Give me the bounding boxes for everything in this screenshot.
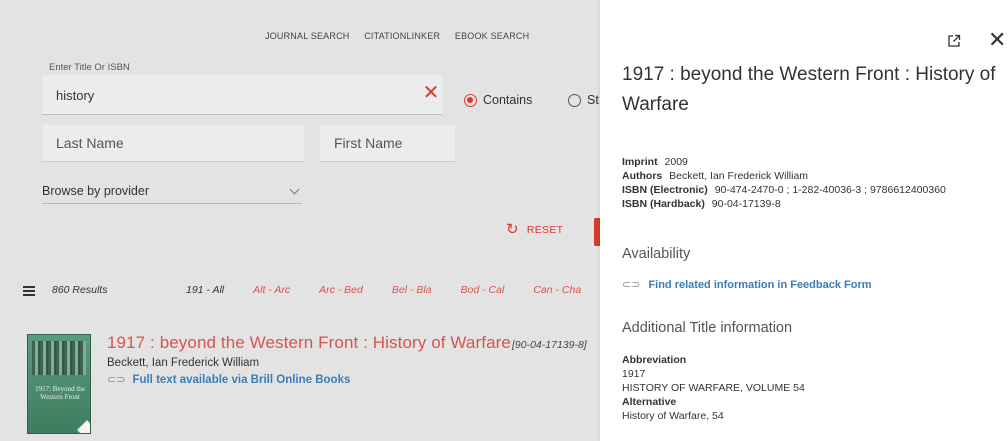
nav-journal-search[interactable]: JOURNAL SEARCH — [265, 31, 349, 41]
range-link[interactable]: Bel - Bla — [392, 284, 432, 296]
authors-label: Authors — [622, 170, 663, 182]
abbreviation-value: 1917 — [622, 368, 646, 380]
result-author: Beckett, Ian Frederick William — [107, 357, 260, 369]
feedback-form-link[interactable]: ⊂⊃ Find related information in Feedback … — [622, 278, 872, 292]
isbn-electronic-value: 90-474-2470-0 ; 1-282-40036-3 ; 97866124… — [714, 184, 946, 196]
cover-photo — [32, 341, 86, 375]
clear-icon[interactable]: ✕ — [420, 81, 442, 105]
results-count: 860 Results — [52, 284, 108, 296]
range-link[interactable]: 191 - All — [186, 284, 224, 296]
range-link[interactable]: Alt - Arc — [253, 284, 290, 296]
alternative-label: Alternative — [622, 396, 677, 408]
result-isbn: [90-04-17139-8] — [512, 339, 587, 351]
range-link[interactable]: Can - Cha — [533, 284, 581, 296]
imprint-value: 2009 — [664, 156, 688, 168]
menu-icon[interactable] — [23, 286, 35, 296]
availability-heading: Availability — [622, 246, 691, 262]
abbreviation-label: Abbreviation — [622, 354, 687, 366]
feedback-form-label: Find related information in Feedback For… — [648, 278, 872, 291]
refresh-icon: ↻ — [506, 221, 519, 238]
isbn-electronic-row: ISBN (Electronic) 90-474-2470-0 ; 1-282-… — [622, 183, 946, 197]
book-cover-image[interactable]: 1917: Beyond the Western Front — [27, 334, 91, 434]
cover-title-text: 1917: Beyond the Western Front — [35, 385, 85, 401]
alternative-value: History of Warfare, 54 — [622, 410, 724, 422]
imprint-label: Imprint — [622, 156, 658, 168]
first-name-input[interactable]: First Name — [320, 125, 455, 162]
results-bar: 860 Results 191 - All Alt - Arc Arc - Be… — [0, 284, 600, 300]
alpha-range-nav: 191 - All Alt - Arc Arc - Bed Bel - Bla … — [186, 284, 600, 296]
result-title-link[interactable]: 1917 : beyond the Western Front : Histor… — [107, 333, 511, 353]
result-item: 1917: Beyond the Western Front 1917 : be… — [0, 330, 600, 441]
search-page: JOURNAL SEARCH CITATIONLINKER EBOOK SEAR… — [0, 0, 600, 441]
title-search-value: history — [56, 88, 95, 103]
range-link[interactable]: Arc - Bed — [319, 284, 363, 296]
title-field-label: Enter Title Or ISBN — [49, 62, 130, 73]
isbn-hardback-row: ISBN (Hardback) 90-04-17139-8 — [622, 197, 946, 211]
additional-info: Abbreviation 1917 HISTORY OF WARFARE, VO… — [622, 353, 805, 423]
link-icon: ⊂⊃ — [107, 374, 126, 386]
imprint-row: Imprint 2009 — [622, 155, 946, 169]
authors-value: Beckett, Ian Frederick William — [669, 170, 809, 182]
reset-button[interactable]: ↻ RESET — [506, 221, 564, 238]
isbn-electronic-label: ISBN (Electronic) — [622, 184, 708, 196]
reset-label: RESET — [526, 224, 564, 236]
range-link[interactable]: Bod - Cal — [461, 284, 505, 296]
close-icon[interactable]: ✕ — [988, 29, 1008, 52]
radio-unselected-icon — [568, 93, 581, 107]
radio-selected-icon — [464, 93, 477, 107]
detail-panel: ✕ 1917 : beyond the Western Front : Hist… — [600, 0, 1008, 441]
full-text-link[interactable]: ⊂⊃ Full text available via Brill Online … — [107, 373, 351, 387]
authors-row: Authors Beckett, Ian Frederick William — [622, 169, 946, 183]
detail-metadata: Imprint 2009 Authors Beckett, Ian Freder… — [622, 155, 946, 211]
last-name-placeholder: Last Name — [56, 135, 124, 151]
last-name-input[interactable]: Last Name — [42, 125, 304, 162]
browse-by-provider-select[interactable]: Browse by provider — [42, 176, 302, 204]
title-search-input[interactable]: history ✕ — [42, 75, 442, 115]
abbreviation-value: HISTORY OF WARFARE, VOLUME 54 — [622, 382, 805, 394]
nav-citationlinker[interactable]: CITATIONLINKER — [364, 31, 440, 41]
nav-ebook-search[interactable]: EBOOK SEARCH — [455, 31, 529, 41]
link-icon: ⊂⊃ — [622, 279, 641, 291]
isbn-hardback-label: ISBN (Hardback) — [622, 198, 705, 210]
radio-starts-label: St — [587, 93, 599, 107]
detail-title: 1917 : beyond the Western Front : Histor… — [622, 64, 996, 115]
first-name-placeholder: First Name — [334, 135, 403, 151]
browse-by-provider-label: Browse by provider — [42, 184, 149, 198]
chevron-down-icon — [289, 184, 300, 195]
radio-contains-label: Contains — [483, 93, 533, 107]
full-text-link-label: Full text available via Brill Online Boo… — [132, 373, 351, 386]
additional-info-heading: Additional Title information — [622, 320, 793, 336]
radio-contains[interactable]: Contains — [464, 92, 532, 108]
cover-corner — [77, 420, 90, 433]
isbn-hardback-value: 90-04-17139-8 — [711, 198, 781, 210]
top-navigation: JOURNAL SEARCH CITATIONLINKER EBOOK SEAR… — [265, 31, 541, 41]
open-in-new-icon[interactable] — [947, 34, 961, 48]
radio-starts-with[interactable]: St — [568, 92, 599, 108]
